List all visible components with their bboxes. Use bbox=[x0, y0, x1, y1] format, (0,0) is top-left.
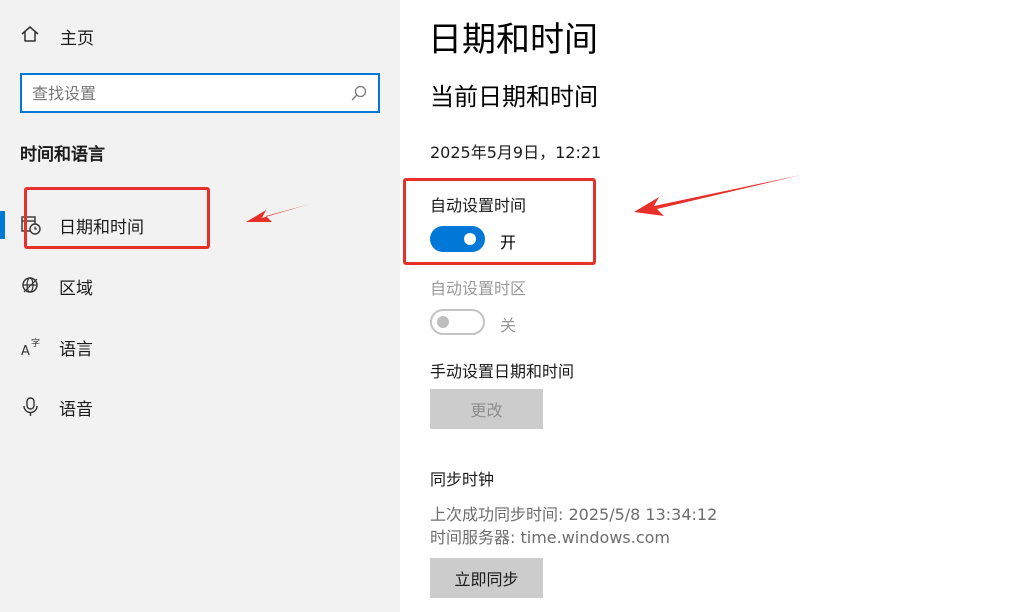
microphone-icon bbox=[20, 396, 42, 418]
current-datetime: 2025年5月9日，12:21 bbox=[430, 143, 602, 162]
svg-text:A: A bbox=[21, 344, 30, 358]
home-icon bbox=[20, 24, 40, 48]
search-box[interactable] bbox=[20, 73, 380, 113]
manual-set-label: 手动设置日期和时间 bbox=[430, 362, 575, 381]
globe-icon bbox=[20, 275, 42, 297]
section-heading-current: 当前日期和时间 bbox=[430, 83, 598, 111]
sidebar-item-label: 区域 bbox=[59, 279, 93, 299]
sync-clock-title: 同步时钟 bbox=[430, 470, 495, 489]
sidebar-item-speech[interactable]: 语音 bbox=[0, 384, 400, 428]
toggle-knob bbox=[437, 316, 449, 328]
auto-timezone-state: 关 bbox=[500, 316, 517, 335]
sidebar: 主页 时间和语言 日期和时间 区域 A字 语言 语音 bbox=[0, 0, 400, 612]
sidebar-item-label: 语言 bbox=[59, 340, 93, 360]
sidebar-item-language[interactable]: A字 语言 bbox=[0, 324, 400, 368]
sidebar-item-label: 语音 bbox=[59, 400, 93, 420]
main-content: 日期和时间 当前日期和时间 2025年5月9日，12:21 自动设置时间 开 自… bbox=[400, 0, 1017, 612]
home-label: 主页 bbox=[60, 28, 94, 49]
sync-now-button[interactable]: 立即同步 bbox=[430, 558, 543, 598]
search-icon[interactable] bbox=[350, 84, 368, 106]
time-server: 时间服务器: time.windows.com bbox=[430, 528, 671, 547]
sidebar-item-region[interactable]: 区域 bbox=[0, 263, 400, 307]
section-title: 时间和语言 bbox=[20, 145, 105, 165]
last-sync-time: 上次成功同步时间: 2025/5/8 13:34:12 bbox=[430, 505, 718, 524]
annotation-highlight-box bbox=[24, 187, 210, 249]
page-title: 日期和时间 bbox=[428, 20, 598, 60]
selected-indicator bbox=[0, 211, 5, 239]
change-button[interactable]: 更改 bbox=[430, 389, 543, 429]
language-icon: A字 bbox=[20, 336, 42, 359]
annotation-highlight-box bbox=[403, 178, 596, 265]
auto-timezone-label: 自动设置时区 bbox=[430, 279, 527, 298]
search-input[interactable] bbox=[32, 81, 342, 105]
svg-text:字: 字 bbox=[31, 337, 40, 349]
home-link[interactable]: 主页 bbox=[20, 22, 94, 50]
auto-timezone-toggle[interactable] bbox=[430, 309, 485, 335]
